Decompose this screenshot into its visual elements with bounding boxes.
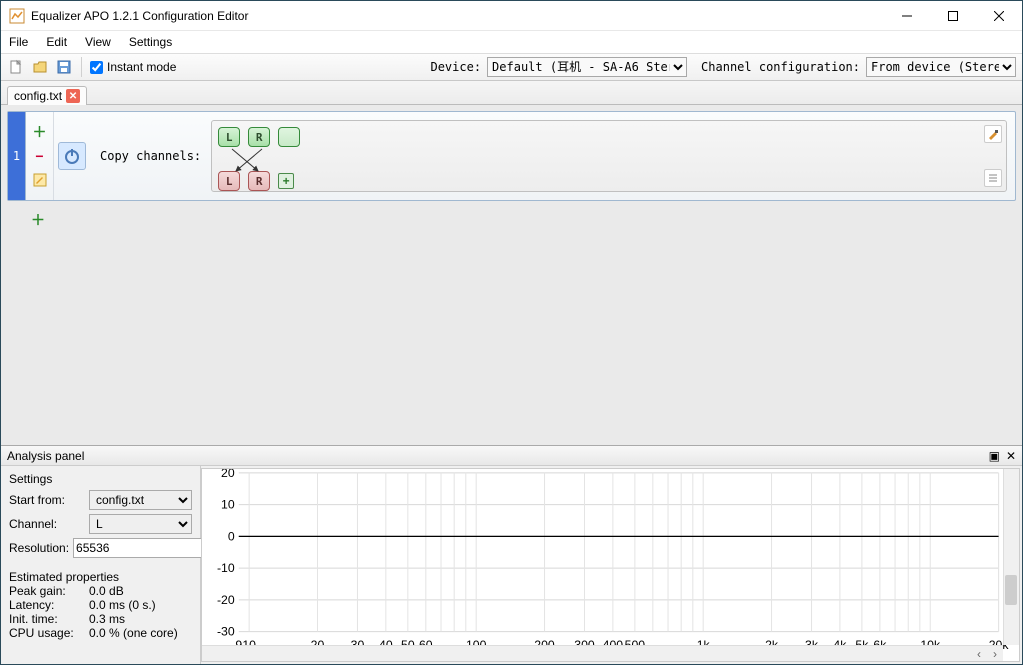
analysis-close-icon[interactable]: ✕ — [1006, 449, 1016, 463]
svg-text:10: 10 — [221, 498, 235, 512]
svg-text:-30: -30 — [217, 625, 235, 639]
input-node-r[interactable]: R — [248, 127, 270, 147]
tab-config[interactable]: config.txt ✕ — [7, 86, 87, 105]
work-area: 1 ＋ − Copy channels: L R — [1, 105, 1022, 445]
open-file-button[interactable] — [31, 58, 49, 76]
window-title: Equalizer APO 1.2.1 Configuration Editor — [31, 9, 884, 23]
chart-scrollbar-v[interactable] — [1003, 469, 1019, 645]
track-row: 1 ＋ − Copy channels: L R — [7, 111, 1016, 201]
toolbar: Instant mode Device: Default (耳机 - SA-A6… — [1, 53, 1022, 81]
cpu-value: 0.0 % (one core) — [89, 626, 192, 640]
tab-bar: config.txt ✕ — [1, 81, 1022, 105]
estimated-heading: Estimated properties — [9, 570, 192, 584]
close-button[interactable] — [976, 1, 1022, 31]
peak-gain-value: 0.0 dB — [89, 584, 192, 598]
add-icon[interactable]: ＋ — [31, 123, 49, 141]
edit-icon[interactable] — [31, 171, 49, 189]
analysis-panel: Analysis panel ▣ ✕ Settings Start from:c… — [1, 445, 1022, 664]
menu-file[interactable]: File — [9, 35, 28, 49]
menu-view[interactable]: View — [85, 35, 111, 49]
options-icon[interactable] — [984, 169, 1002, 187]
main-window: Equalizer APO 1.2.1 Configuration Editor… — [0, 0, 1023, 665]
frequency-chart: 20100-10-20-3091020304050601002003004005… — [201, 468, 1020, 662]
maximize-button[interactable] — [930, 1, 976, 31]
input-node-empty[interactable] — [278, 127, 300, 147]
instant-mode-checkbox[interactable]: Instant mode — [90, 60, 176, 74]
svg-text:20: 20 — [221, 469, 235, 480]
new-file-button[interactable] — [7, 58, 25, 76]
save-file-button[interactable] — [55, 58, 73, 76]
init-time-value: 0.3 ms — [89, 612, 192, 626]
settings-heading: Settings — [9, 472, 192, 486]
channel-select[interactable]: L — [89, 514, 192, 534]
svg-text:-10: -10 — [217, 561, 235, 575]
track-label: Copy channels: — [90, 112, 211, 200]
minimize-button[interactable] — [884, 1, 930, 31]
analysis-undock-icon[interactable]: ▣ — [989, 449, 1000, 463]
device-label: Device: — [430, 60, 481, 74]
output-node-l[interactable]: L — [218, 171, 240, 191]
tab-close-icon[interactable]: ✕ — [66, 89, 80, 103]
svg-text:-20: -20 — [217, 593, 235, 607]
titlebar: Equalizer APO 1.2.1 Configuration Editor — [1, 1, 1022, 31]
menubar: File Edit View Settings — [1, 31, 1022, 53]
row-number: 1 — [8, 112, 26, 200]
add-output-node[interactable]: + — [278, 173, 294, 189]
start-from-select[interactable]: config.txt — [89, 490, 192, 510]
channel-config-select[interactable]: From device (Stereo) — [866, 57, 1016, 77]
latency-value: 0.0 ms (0 s.) — [89, 598, 192, 612]
device-select[interactable]: Default (耳机 - SA-A6 Stereo) — [487, 57, 687, 77]
menu-edit[interactable]: Edit — [46, 35, 67, 49]
app-icon — [9, 8, 25, 24]
menu-settings[interactable]: Settings — [129, 35, 172, 49]
analysis-settings: Settings Start from:config.txt Channel:L… — [1, 466, 201, 664]
output-node-r[interactable]: R — [248, 171, 270, 191]
analysis-title-text: Analysis panel — [7, 449, 84, 463]
chart-scrollbar-h[interactable]: ‹› — [202, 645, 1003, 661]
svg-text:0: 0 — [228, 530, 235, 544]
channel-config-label: Channel configuration: — [701, 60, 860, 74]
input-node-l[interactable]: L — [218, 127, 240, 147]
node-panel: L R L R + — [211, 120, 1007, 192]
brush-icon[interactable] — [984, 125, 1002, 143]
power-button[interactable] — [58, 142, 86, 170]
add-row-button[interactable]: ＋ — [29, 211, 47, 229]
row-actions: ＋ − — [26, 112, 54, 200]
remove-icon[interactable]: − — [31, 147, 49, 165]
